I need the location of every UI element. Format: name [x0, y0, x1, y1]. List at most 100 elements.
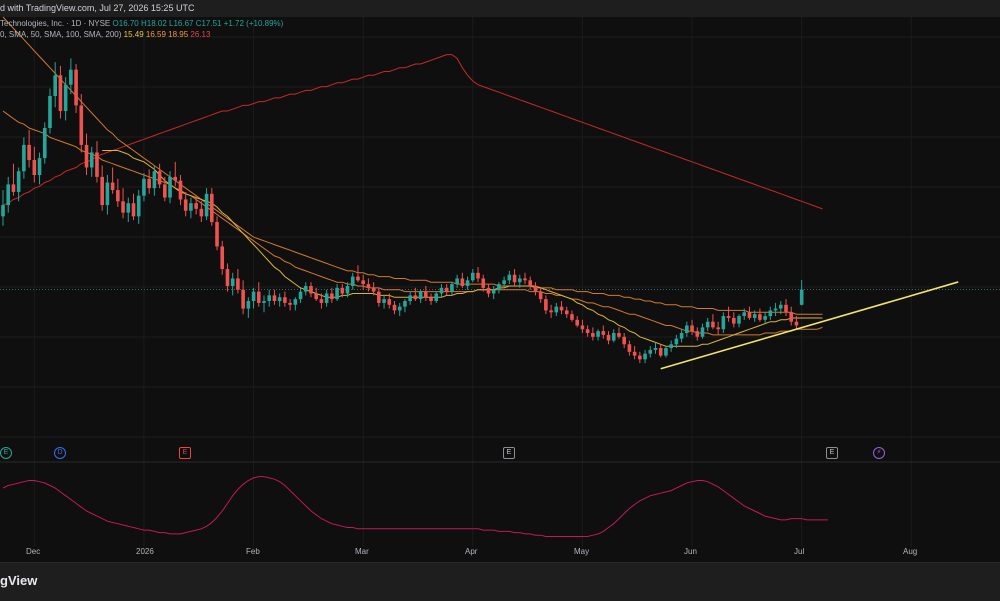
candle-body: [387, 299, 392, 305]
candle-body: [314, 293, 318, 300]
candle-body: [288, 302, 292, 305]
candle-body: [283, 297, 287, 303]
candle-body: [726, 316, 731, 318]
candle-body: [277, 297, 282, 302]
candle-body: [298, 291, 303, 300]
earnings-marker-2[interactable]: E: [503, 447, 515, 459]
brand-logo: gView: [0, 573, 38, 588]
candle-body: [737, 316, 741, 324]
candle-body: [491, 289, 496, 294]
candle-body: [392, 304, 397, 311]
candle-body: [32, 159, 37, 175]
candle-body: [460, 278, 465, 286]
footer-bar: gView: [0, 562, 1000, 601]
candle-body: [199, 208, 204, 217]
candle-body: [763, 316, 767, 320]
candle-body: [528, 280, 533, 286]
candle-body: [11, 184, 16, 192]
dividend-marker[interactable]: D: [54, 447, 66, 459]
candle-body: [658, 348, 663, 356]
candle-body: [773, 308, 778, 311]
candle-body: [705, 321, 710, 328]
candle-body: [105, 182, 110, 206]
candle-body: [22, 144, 26, 172]
candle-body: [486, 287, 491, 294]
candle-body: [397, 306, 402, 311]
candle-body: [204, 193, 209, 217]
x-tick-label: Aug: [903, 547, 918, 556]
candle-body: [711, 321, 715, 328]
candle-body: [476, 272, 480, 279]
candle-body: [418, 291, 423, 300]
candle-body: [168, 176, 172, 198]
candle-body: [721, 316, 726, 330]
candle-body: [74, 69, 78, 106]
candle-body: [481, 278, 486, 288]
candle-body: [371, 287, 376, 292]
candle-body: [700, 327, 705, 337]
candle-body: [497, 284, 501, 290]
candle-body: [544, 299, 548, 311]
candle-body: [424, 291, 428, 298]
candle-body: [564, 310, 569, 315]
candle-body: [58, 75, 63, 112]
price-chart[interactable]: [0, 17, 1000, 562]
x-tick-label: Jul: [794, 547, 805, 556]
candle-body: [215, 222, 219, 247]
candle-body: [236, 278, 240, 290]
candle-body: [382, 299, 386, 303]
candle-body: [638, 355, 642, 360]
candle-body: [194, 203, 198, 209]
candle-body: [48, 96, 52, 128]
candle-body: [732, 317, 736, 324]
candle-body: [340, 287, 345, 294]
x-tick-label: Jun: [684, 547, 697, 556]
candle-body: [408, 295, 412, 302]
candle-body: [16, 171, 21, 192]
candle-body: [84, 144, 89, 168]
candle-body: [220, 246, 225, 270]
candle-body: [622, 336, 626, 345]
candle-body: [679, 333, 684, 339]
candle-body: [413, 295, 418, 300]
legend-sma-value-2: 16.59: [145, 30, 166, 39]
x-tick-label: Mar: [355, 547, 369, 556]
candle-body: [262, 301, 266, 303]
candle-body: [37, 158, 42, 175]
candle-body: [429, 297, 433, 302]
candle-body: [210, 193, 214, 223]
candle-body: [136, 195, 141, 217]
candle-body: [523, 278, 527, 281]
flash-event-marker[interactable]: ⚡: [873, 447, 885, 459]
candle-body: [361, 280, 365, 285]
support-trendline: [660, 281, 959, 370]
candle-body: [758, 314, 762, 320]
candle-body: [256, 291, 261, 303]
candle-body: [554, 306, 559, 313]
candle-body: [89, 152, 94, 168]
earnings-marker-3[interactable]: E: [826, 447, 838, 459]
candle-body: [789, 312, 794, 322]
candle-body: [324, 293, 329, 303]
legend-sma-line: 0, SMA, 50, SMA, 100, SMA, 200) 15.49 16…: [0, 30, 210, 39]
candle-body: [517, 278, 522, 283]
chart-area[interactable]: [0, 17, 1000, 562]
oscillator-line: [2, 476, 828, 537]
candle-body: [225, 269, 230, 286]
candle-body: [471, 272, 475, 281]
candle-body: [366, 284, 371, 288]
candle-body: [742, 312, 747, 317]
candle-body: [53, 75, 57, 96]
candle-body: [6, 184, 11, 206]
sma-20-line: [102, 150, 823, 347]
candle-body: [178, 180, 183, 200]
candle-body: [147, 178, 151, 189]
earnings-marker-1[interactable]: E: [179, 447, 191, 459]
candle-body: [100, 176, 104, 206]
event-marker-1[interactable]: E: [0, 447, 12, 459]
candle-body: [606, 334, 611, 341]
candle-body: [293, 299, 298, 305]
sma-100-line: [2, 17, 823, 315]
candle-body: [356, 276, 360, 281]
candle-body: [559, 306, 564, 311]
